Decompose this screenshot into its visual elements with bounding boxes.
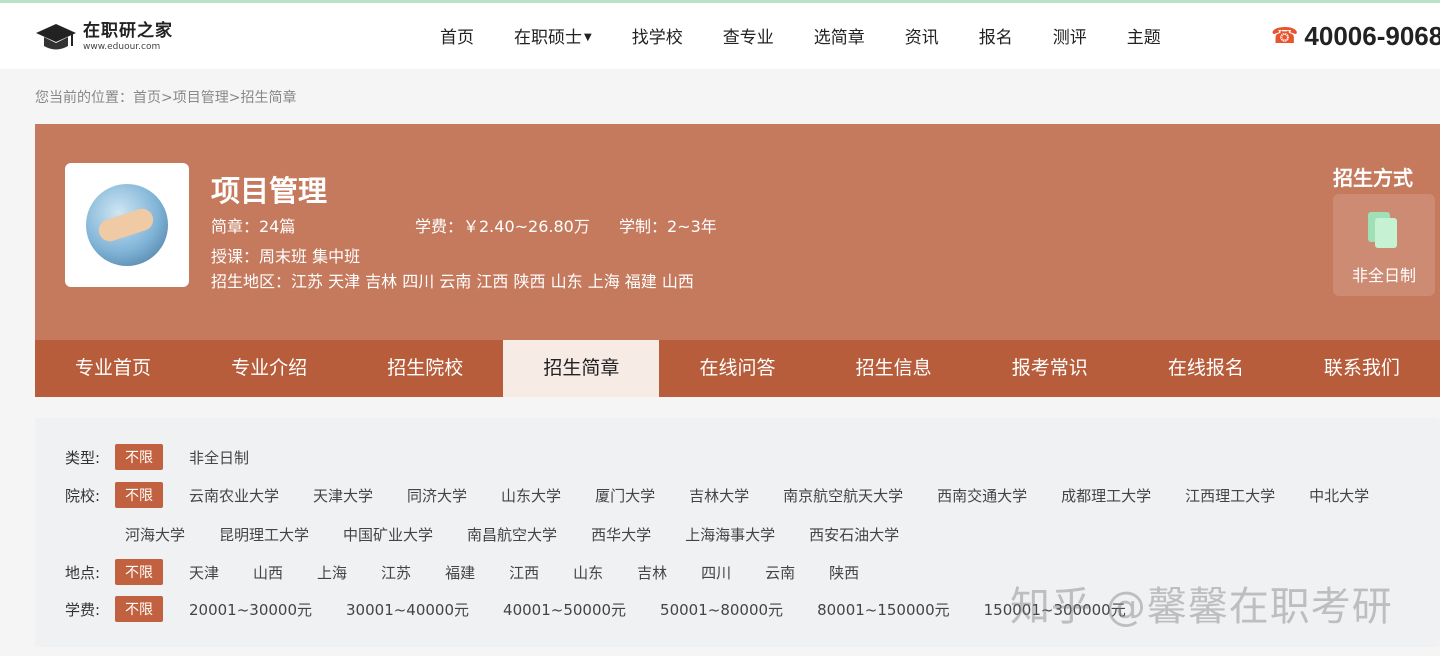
filter-label: 院校: — [65, 486, 101, 505]
brochure-count: 简章：24篇 — [211, 217, 296, 236]
filter-chip[interactable]: 天津 — [189, 562, 219, 583]
filter-chip[interactable]: 40001~50000元 — [503, 599, 626, 620]
filter-chip[interactable]: 同济大学 — [407, 485, 467, 506]
main-nav: 首页 在职硕士 ▼ 找学校 查专业 选简章 资讯 报名 测评 主题 — [420, 23, 1181, 53]
tab-qa[interactable]: 在线问答 — [659, 340, 815, 397]
filter-chip[interactable]: 中国矿业大学 — [343, 524, 433, 545]
filter-chip[interactable]: 河海大学 — [125, 524, 185, 545]
tab-major-home[interactable]: 专业首页 — [35, 340, 191, 397]
filter-chip[interactable]: 厦门大学 — [595, 485, 655, 506]
filter-chip[interactable]: 中北大学 — [1309, 485, 1369, 506]
filter-chip[interactable]: 四川 — [701, 562, 731, 583]
filter-chip[interactable]: 吉林大学 — [689, 485, 749, 506]
filter-chip[interactable]: 陕西 — [829, 562, 859, 583]
filter-chip[interactable]: 南昌航空大学 — [467, 524, 557, 545]
filter-row-fee: 学费: 不限 20001~30000元 30001~40000元 40001~5… — [65, 596, 1160, 622]
filter-chip[interactable]: 非全日制 — [189, 447, 249, 468]
tuition-range: 学费：￥2.40~26.80万 — [415, 217, 590, 236]
teaching-mode: 授课：周末班 集中班 — [211, 247, 361, 266]
phone-number: 40006-9068 — [1304, 21, 1440, 51]
filter-chip[interactable]: 50001~80000元 — [660, 599, 783, 620]
filter-chip-unlimited[interactable]: 不限 — [115, 482, 163, 508]
nav-masters-label: 在职硕士 — [514, 28, 582, 48]
filter-chip[interactable]: 江西 — [509, 562, 539, 583]
hotline: ☎ 40006-9068 — [1271, 21, 1440, 52]
filter-chip[interactable]: 南京航空航天大学 — [783, 485, 903, 506]
filter-chip[interactable]: 福建 — [445, 562, 475, 583]
logo-name: 在职研之家 — [83, 20, 173, 41]
tab-schools[interactable]: 招生院校 — [347, 340, 503, 397]
filter-chip[interactable]: 西华大学 — [591, 524, 651, 545]
filter-chip[interactable]: 云南 — [765, 562, 795, 583]
graduation-cap-icon — [36, 24, 76, 50]
filter-label: 地点: — [65, 563, 101, 582]
tab-admission-info[interactable]: 招生信息 — [816, 340, 972, 397]
filter-chip[interactable]: 昆明理工大学 — [219, 524, 309, 545]
tab-online-signup[interactable]: 在线报名 — [1128, 340, 1284, 397]
filter-chip[interactable]: 80001~150000元 — [817, 599, 950, 620]
filter-chip[interactable]: 江西理工大学 — [1185, 485, 1275, 506]
breadcrumb[interactable]: 您当前的位置：首页>项目管理>招生简章 — [35, 87, 296, 107]
filter-chip[interactable]: 山西 — [253, 562, 283, 583]
tab-major-intro[interactable]: 专业介绍 — [191, 340, 347, 397]
filter-chip[interactable]: 山东 — [573, 562, 603, 583]
logo-url: www.eduour.com — [83, 41, 161, 52]
filter-chip-unlimited[interactable]: 不限 — [115, 596, 163, 622]
filter-row-school-2: 河海大学 昆明理工大学 中国矿业大学 南昌航空大学 西华大学 上海海事大学 西安… — [125, 524, 933, 545]
tab-brochures[interactable]: 招生简章 — [503, 340, 660, 397]
filter-row-school: 院校: 不限 云南农业大学 天津大学 同济大学 山东大学 厦门大学 吉林大学 南… — [65, 482, 1403, 508]
filter-chip[interactable]: 20001~30000元 — [189, 599, 312, 620]
tab-exam-tips[interactable]: 报考常识 — [972, 340, 1128, 397]
filter-label: 学费: — [65, 600, 101, 619]
filter-label: 类型: — [65, 448, 101, 467]
major-title: 项目管理 — [211, 174, 328, 208]
phone-icon: ☎ — [1271, 24, 1299, 49]
filter-chip[interactable]: 天津大学 — [313, 485, 373, 506]
nav-masters[interactable]: 在职硕士 ▼ — [494, 23, 612, 53]
filter-chip-unlimited[interactable]: 不限 — [115, 559, 163, 585]
filter-chip[interactable]: 30001~40000元 — [346, 599, 469, 620]
nav-topics[interactable]: 主题 — [1107, 23, 1181, 53]
filter-chip[interactable]: 吉林 — [637, 562, 667, 583]
nav-signup[interactable]: 报名 — [959, 23, 1033, 53]
major-banner: 项目管理 简章：24篇 学费：￥2.40~26.80万 学制：2~3年 授课：周… — [35, 124, 1440, 340]
filter-row-location: 地点: 不限 天津 山西 上海 江苏 福建 江西 山东 吉林 四川 云南 陕西 — [65, 559, 893, 585]
nav-news[interactable]: 资讯 — [885, 23, 959, 53]
nav-majors[interactable]: 查专业 — [703, 23, 794, 53]
nav-home[interactable]: 首页 — [420, 23, 494, 53]
filter-chip[interactable]: 上海 — [317, 562, 347, 583]
watermark: 知乎 @馨馨在职考研 — [1010, 584, 1393, 630]
filter-chip[interactable]: 成都理工大学 — [1061, 485, 1151, 506]
enroll-method-card[interactable]: 非全日制 — [1333, 194, 1435, 296]
filter-chip[interactable]: 西南交通大学 — [937, 485, 1027, 506]
enroll-method-title: 招生方式 — [1333, 166, 1413, 190]
caret-down-icon: ▼ — [584, 32, 592, 43]
nav-find-school[interactable]: 找学校 — [612, 23, 703, 53]
site-header: 在职研之家 www.eduour.com 首页 在职硕士 ▼ 找学校 查专业 选简… — [0, 0, 1440, 69]
nav-assessment[interactable]: 测评 — [1033, 23, 1107, 53]
filter-row-type: 类型: 不限 非全日制 — [65, 444, 283, 470]
recruit-regions: 招生地区：江苏 天津 吉林 四川 云南 江西 陕西 山东 上海 福建 山西 — [211, 272, 694, 291]
filter-chip[interactable]: 云南农业大学 — [189, 485, 279, 506]
study-duration: 学制：2~3年 — [619, 217, 717, 236]
major-thumbnail — [65, 163, 189, 287]
filter-chip-unlimited[interactable]: 不限 — [115, 444, 163, 470]
major-tabs: 专业首页 专业介绍 招生院校 招生简章 在线问答 招生信息 报考常识 在线报名 … — [35, 340, 1440, 397]
tab-contact[interactable]: 联系我们 — [1284, 340, 1440, 397]
site-logo[interactable]: 在职研之家 www.eduour.com — [35, 20, 173, 54]
enroll-method-label: 非全日制 — [1351, 266, 1416, 285]
filter-chip[interactable]: 江苏 — [381, 562, 411, 583]
filter-chip[interactable]: 西安石油大学 — [809, 524, 899, 545]
document-icon — [1368, 212, 1397, 248]
filter-chip[interactable]: 山东大学 — [501, 485, 561, 506]
nav-brochures[interactable]: 选简章 — [794, 23, 885, 53]
handshake-image — [86, 184, 168, 266]
filter-chip[interactable]: 上海海事大学 — [685, 524, 775, 545]
